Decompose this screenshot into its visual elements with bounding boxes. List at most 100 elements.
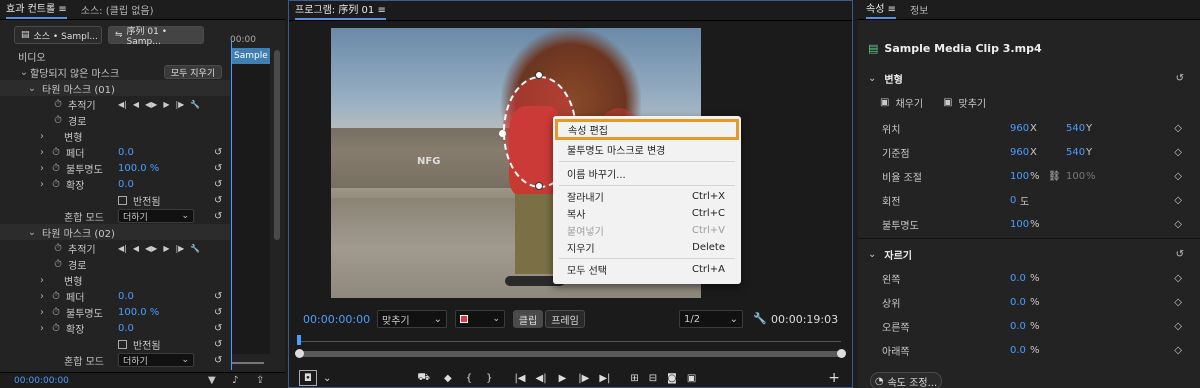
crop-right-value[interactable]: 0.0 <box>1010 321 1026 332</box>
track-forward-icon[interactable]: |▶ <box>175 244 184 253</box>
track-step-both-icon[interactable]: ◀▶ <box>145 244 157 253</box>
crop-bottom-value[interactable]: 0.0 <box>1010 345 1026 356</box>
left-timecode[interactable]: 00:00:00:00 <box>14 376 69 386</box>
mask-vertex-handle[interactable] <box>499 130 506 137</box>
mask-vertex-handle[interactable] <box>535 182 543 190</box>
menu-item-edit-properties[interactable]: 속성 편집 <box>555 119 739 140</box>
fit-icon[interactable]: ▣ <box>943 97 952 108</box>
crop-top-value[interactable]: 0.0 <box>1010 297 1026 308</box>
opacity-value[interactable]: 100.0 % <box>118 307 159 318</box>
menu-item-clear[interactable]: 지우기 Delete <box>553 239 741 256</box>
menu-item-cut[interactable]: 잘라내기 Ctrl+X <box>553 188 741 205</box>
reset-icon[interactable]: ↺ <box>214 291 222 302</box>
timeline-zoom-bar[interactable] <box>232 362 264 364</box>
panel-menu-icon[interactable]: ≡ <box>377 5 385 16</box>
reset-icon[interactable]: ↺ <box>214 307 222 318</box>
track-step-both-icon[interactable]: ◀▶ <box>145 100 157 109</box>
opacity-value[interactable]: 100 <box>1010 219 1029 230</box>
stopwatch-icon[interactable]: ⏱ <box>52 242 64 254</box>
chevron-down-icon[interactable]: ⌄ <box>26 226 38 238</box>
export-icon[interactable]: ⇪ <box>256 375 264 386</box>
fit-dropdown[interactable]: 맞추기 ⌄ <box>377 310 447 328</box>
link-icon[interactable]: ⛓ <box>1048 171 1061 182</box>
transform-section-header[interactable]: ⌄ 변형 ↺ <box>858 66 1200 90</box>
stopwatch-icon[interactable]: ⏱ <box>50 306 62 318</box>
chevron-right-icon[interactable]: › <box>36 178 48 190</box>
expand-value[interactable]: 0.0 <box>118 323 134 334</box>
stopwatch-icon[interactable]: ⏱ <box>50 178 62 190</box>
current-timecode[interactable]: 00:00:00:00 <box>303 313 370 326</box>
keyframe-diamond-icon[interactable]: ◇ <box>1174 321 1182 332</box>
vr-icon[interactable]: ▣ <box>687 373 696 384</box>
tab-program-monitor[interactable]: 프로그램: 序列 01 ≡ <box>295 1 386 20</box>
wrench-icon[interactable]: 🔧 <box>190 100 200 109</box>
chevron-down-icon[interactable]: ⌄ <box>323 373 331 384</box>
source-clip-tab[interactable]: ▤ 소스 • Sampl... <box>14 26 102 44</box>
tab-effect-controls[interactable]: 효과 컨트롤 ≡ <box>6 0 67 19</box>
menu-item-select-all[interactable]: 모두 선택 Ctrl+A <box>553 261 741 278</box>
wrench-icon[interactable]: 🔧 <box>190 244 200 253</box>
chevron-right-icon[interactable]: › <box>36 162 48 174</box>
reset-icon[interactable]: ↺ <box>214 163 222 174</box>
chevron-right-icon[interactable]: › <box>36 322 48 334</box>
resolution-dropdown[interactable]: 1/2 ⌄ <box>679 310 743 328</box>
blend-mode-dropdown[interactable]: 더하기 ⌄ <box>118 209 194 223</box>
stopwatch-icon[interactable]: ⏱ <box>50 322 62 334</box>
position-x-value[interactable]: 960 <box>1010 123 1029 134</box>
reset-icon[interactable]: ↺ <box>214 323 222 334</box>
reset-icon[interactable]: ↺ <box>214 147 222 158</box>
track-step-forward-icon[interactable]: ▶ <box>163 100 169 109</box>
tab-info[interactable]: 정보 <box>910 2 928 17</box>
add-button-icon[interactable]: + <box>828 370 840 386</box>
out-point-icon[interactable]: } <box>486 373 492 384</box>
chevron-right-icon[interactable]: › <box>36 130 48 142</box>
chevron-right-icon[interactable]: › <box>36 146 48 158</box>
overwrite-icon[interactable]: ⊟ <box>649 373 657 384</box>
stopwatch-icon[interactable]: ⏱ <box>52 258 64 270</box>
fit-label[interactable]: 맞추기 <box>959 95 987 110</box>
track-step-back-icon[interactable]: ◀ <box>133 244 139 253</box>
filter-icon[interactable]: ▼ <box>208 375 216 386</box>
keyframe-diamond-icon[interactable]: ◇ <box>1174 297 1182 308</box>
step-forward-icon[interactable]: |▶ <box>578 373 589 384</box>
rotation-value[interactable]: 0 <box>1010 195 1016 206</box>
stopwatch-icon[interactable]: ⏱ <box>50 146 62 158</box>
chevron-down-icon[interactable]: ⌄ <box>868 249 876 260</box>
panel-menu-icon[interactable]: ≡ <box>58 4 66 15</box>
camera-icon[interactable]: ◙ <box>667 373 677 384</box>
track-forward-icon[interactable]: |▶ <box>175 100 184 109</box>
anchor-y-value[interactable]: 540 <box>1066 147 1085 158</box>
clip-button[interactable]: 클립 <box>513 310 543 328</box>
expand-value[interactable]: 0.0 <box>118 179 134 190</box>
clear-all-button[interactable]: 모두 지우기 <box>164 65 222 79</box>
chevron-down-icon[interactable]: ⌄ <box>868 73 876 84</box>
marker-icon[interactable]: ◆ <box>444 373 452 384</box>
mask2-header[interactable]: ⌄ 타원 마스크 (02) <box>0 224 230 240</box>
keyframe-diamond-icon[interactable]: ◇ <box>1174 219 1182 230</box>
chevron-down-icon[interactable]: ⌄ <box>26 82 38 94</box>
lift-icon[interactable]: ⛟ <box>417 372 430 385</box>
fill-label[interactable]: 채우기 <box>895 95 923 110</box>
tab-source[interactable]: 소스: (클립 없음) <box>81 2 154 17</box>
invert-checkbox[interactable] <box>118 195 127 205</box>
menu-item-change-to-opacity-mask[interactable]: 불투명도 마스크로 변경 <box>553 140 741 159</box>
go-to-in-icon[interactable]: |◀ <box>514 373 525 384</box>
tab-properties[interactable]: 속성 ≡ <box>866 0 896 19</box>
crop-section-header[interactable]: ⌄ 자르기 ↺ <box>858 242 1200 266</box>
scale-value[interactable]: 100 <box>1010 171 1029 182</box>
play-icon[interactable]: ▶ <box>559 373 567 384</box>
keyframe-diamond-icon[interactable]: ◇ <box>1174 345 1182 356</box>
mini-timeline-ruler[interactable]: 00:00 <box>230 34 270 48</box>
mask-tool-button[interactable]: ◘ <box>299 370 317 386</box>
track-step-forward-icon[interactable]: ▶ <box>163 244 169 253</box>
mask-vertex-handle[interactable] <box>535 71 543 79</box>
panel-menu-icon[interactable]: ≡ <box>888 4 896 15</box>
track-backward-icon[interactable]: ◀| <box>118 100 127 109</box>
anchor-x-value[interactable]: 960 <box>1010 147 1029 158</box>
reset-icon[interactable]: ↺ <box>214 179 222 190</box>
speed-adjust-button[interactable]: ◔ 속도 조정... <box>870 372 942 388</box>
play-only-audio-icon[interactable]: ♪ <box>232 375 238 386</box>
mask2-transform-row[interactable]: › 변형 <box>36 272 82 288</box>
mask1-header[interactable]: ⌄ 타원 마스크 (01) <box>0 80 230 96</box>
invert-checkbox[interactable] <box>118 339 127 349</box>
